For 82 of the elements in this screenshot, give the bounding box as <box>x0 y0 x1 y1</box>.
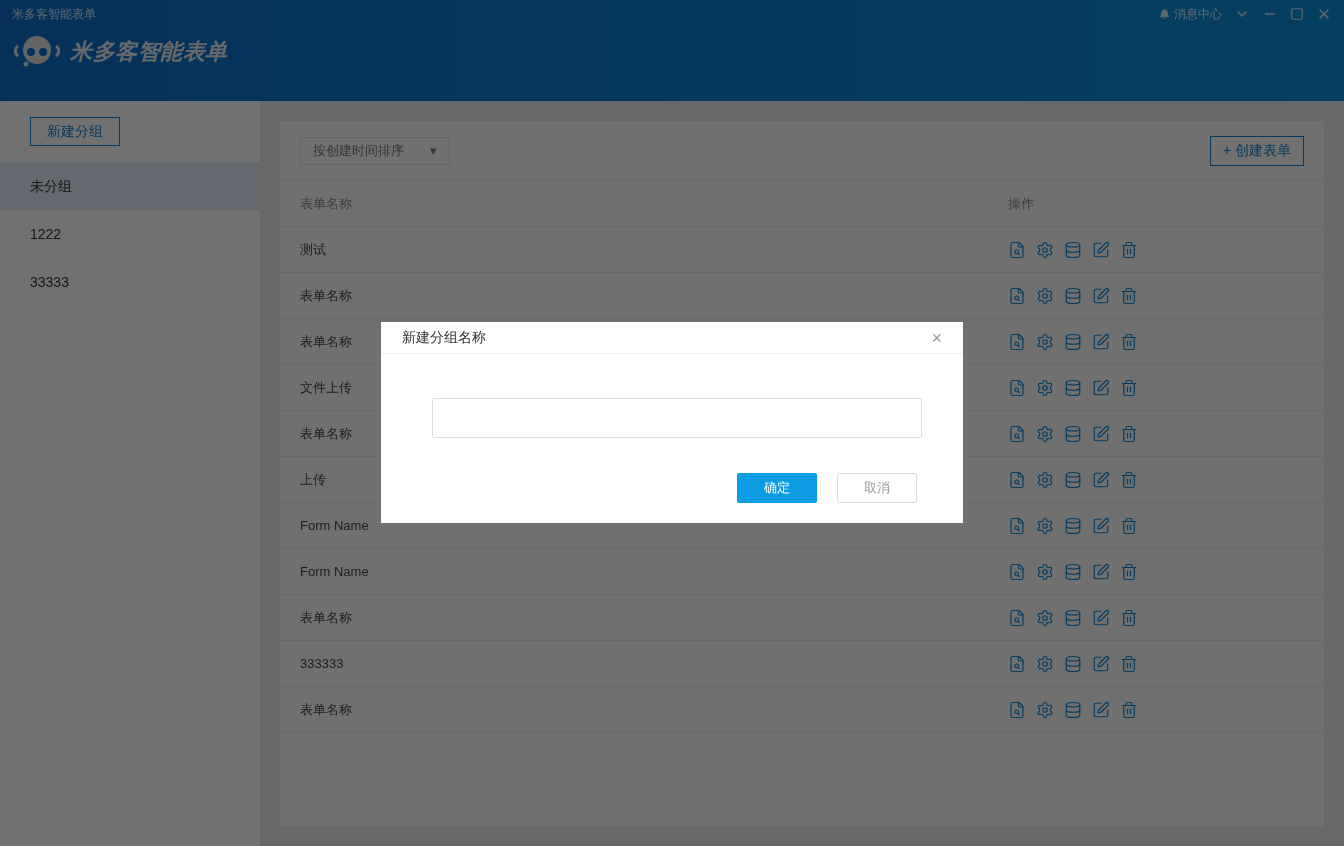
database-icon[interactable] <box>1064 286 1082 305</box>
database-icon[interactable] <box>1064 562 1082 581</box>
table-cell: 表单名称 <box>300 333 352 349</box>
logo-text: 米多客智能表单 <box>70 37 228 66</box>
database-icon[interactable] <box>1064 470 1082 489</box>
edit-icon[interactable] <box>1092 654 1110 673</box>
database-icon[interactable] <box>1064 608 1082 627</box>
edit-icon[interactable] <box>1092 378 1110 397</box>
create-form-button[interactable]: + 创建表单 <box>1209 135 1304 166</box>
table-cell: 333333 <box>300 655 344 671</box>
trash-icon[interactable] <box>1120 562 1138 581</box>
database-icon[interactable] <box>1064 378 1082 397</box>
table-cell: 表单名称 <box>300 287 352 303</box>
edit-icon[interactable] <box>1092 332 1110 351</box>
view-icon[interactable] <box>1008 608 1026 627</box>
database-icon[interactable] <box>1064 424 1082 443</box>
view-icon[interactable] <box>1008 470 1026 489</box>
database-icon[interactable] <box>1064 700 1082 719</box>
settings-icon[interactable] <box>1036 286 1054 305</box>
table-cell: 表单名称 <box>300 425 352 441</box>
edit-icon[interactable] <box>1092 562 1110 581</box>
settings-icon[interactable] <box>1036 378 1054 397</box>
message-center-button[interactable]: 消息中心 <box>1159 5 1222 23</box>
table-cell: Form Name <box>300 563 369 579</box>
trash-icon[interactable] <box>1120 654 1138 673</box>
sidebar-item[interactable]: 33333 <box>0 258 260 306</box>
edit-icon[interactable] <box>1092 240 1110 259</box>
view-icon[interactable] <box>1008 700 1026 719</box>
table-cell: Form Name <box>300 517 369 533</box>
view-icon[interactable] <box>1008 654 1026 673</box>
view-icon[interactable] <box>1008 424 1026 443</box>
trash-icon[interactable] <box>1120 240 1138 259</box>
close-button[interactable]: × <box>931 328 942 347</box>
sidebar-item[interactable]: 未分组 <box>0 162 260 210</box>
sidebar-item[interactable]: 1222 <box>0 210 260 258</box>
trash-icon[interactable] <box>1120 286 1138 305</box>
database-icon[interactable] <box>1064 654 1082 673</box>
table-cell: 测试 <box>300 241 326 257</box>
table-cell: 文件上传 <box>300 379 352 395</box>
confirm-button[interactable]: 确定 <box>737 473 817 503</box>
trash-icon[interactable] <box>1120 516 1138 535</box>
input-field[interactable] <box>432 398 922 438</box>
settings-icon[interactable] <box>1036 424 1054 443</box>
settings-icon[interactable] <box>1036 240 1054 259</box>
cancel-button[interactable]: 取消 <box>837 473 917 503</box>
settings-icon[interactable] <box>1036 700 1054 719</box>
table-cell: 表单名称 <box>300 701 352 717</box>
trash-icon[interactable] <box>1120 700 1138 719</box>
database-icon[interactable] <box>1064 332 1082 351</box>
table-cell: 上传 <box>300 471 326 487</box>
edit-icon[interactable] <box>1092 516 1110 535</box>
dialog-title: 新建分组名称 <box>402 328 486 347</box>
monkey-logo-icon <box>12 34 62 68</box>
view-icon[interactable] <box>1008 562 1026 581</box>
view-icon[interactable] <box>1008 516 1026 535</box>
view-icon[interactable] <box>1008 286 1026 305</box>
settings-icon[interactable] <box>1036 332 1054 351</box>
edit-icon[interactable] <box>1092 608 1110 627</box>
trash-icon[interactable] <box>1120 470 1138 489</box>
settings-icon[interactable] <box>1036 470 1054 489</box>
trash-icon[interactable] <box>1120 608 1138 627</box>
settings-icon[interactable] <box>1036 608 1054 627</box>
view-icon[interactable] <box>1008 240 1026 259</box>
view-icon[interactable] <box>1008 378 1026 397</box>
table-cell: 表单名称 <box>300 609 352 625</box>
bell-icon <box>1159 8 1170 20</box>
window-title: 米多客智能表单 <box>12 6 96 23</box>
edit-icon[interactable] <box>1092 286 1110 305</box>
trash-icon[interactable] <box>1120 332 1138 351</box>
settings-icon[interactable] <box>1036 654 1054 673</box>
database-icon[interactable] <box>1064 240 1082 259</box>
database-icon[interactable] <box>1064 516 1082 535</box>
new-group-button[interactable]: 新建分组 <box>30 117 120 146</box>
settings-icon[interactable] <box>1036 516 1054 535</box>
maximize-icon[interactable] <box>1290 7 1304 21</box>
settings-icon[interactable] <box>1036 562 1054 581</box>
edit-icon[interactable] <box>1092 470 1110 489</box>
edit-icon[interactable] <box>1092 424 1110 443</box>
trash-icon[interactable] <box>1120 424 1138 443</box>
view-icon[interactable] <box>1008 332 1026 351</box>
edit-icon[interactable] <box>1092 700 1110 719</box>
trash-icon[interactable] <box>1120 378 1138 397</box>
